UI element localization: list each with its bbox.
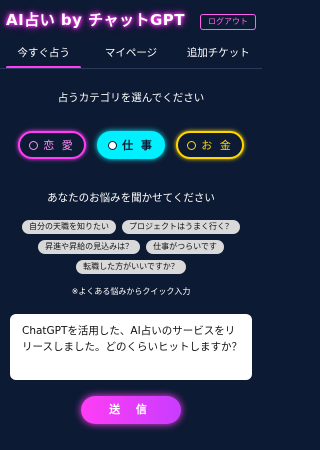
category-selector: 恋 愛 仕 事 お 金 — [18, 131, 244, 161]
tab-bar: 今すぐ占う マイページ 追加チケット — [0, 44, 262, 69]
quick-chip[interactable]: プロジェクトはうまく行く？ — [122, 220, 240, 234]
radio-icon — [187, 140, 197, 150]
radio-selected-icon — [108, 140, 118, 150]
worry-input[interactable]: ChatGPTを活用した、AI占いのサービスをリリースしました。どのくらいヒット… — [10, 314, 252, 380]
category-work-button[interactable]: 仕 事 — [97, 131, 165, 159]
category-label: 恋 愛 — [43, 139, 75, 152]
app-logo: AI占い by チャットGPT — [6, 11, 186, 29]
radio-icon — [29, 140, 39, 150]
tab-divider — [0, 68, 262, 69]
category-prompt: 占うカテゴリを選んでください — [57, 92, 205, 104]
quick-chip[interactable]: 仕事がつらいです — [146, 240, 224, 254]
category-money-button[interactable]: お 金 — [176, 131, 244, 159]
tab-add-ticket[interactable]: 追加チケット — [175, 44, 262, 68]
quick-chip[interactable]: 自分の天職を知りたい — [22, 220, 116, 234]
category-label: 仕 事 — [122, 139, 154, 152]
quick-input-note: ※よくある悩みからクイック入力 — [71, 287, 191, 296]
category-label: お 金 — [201, 139, 233, 152]
quick-input-chips: 自分の天職を知りたい プロジェクトはうまく行く？ 昇進や昇給の見込みは？ 仕事が… — [10, 220, 252, 280]
logout-button[interactable]: ログアウト — [200, 14, 256, 30]
worry-prompt: あなたのお悩みを聞かせてください — [47, 192, 215, 204]
app-header: AI占い by チャットGPT ログアウト — [0, 0, 262, 40]
tab-fortune-now[interactable]: 今すぐ占う — [0, 44, 87, 69]
category-love-button[interactable]: 恋 愛 — [18, 131, 86, 159]
quick-chip[interactable]: 昇進や昇給の見込みは？ — [38, 240, 141, 254]
quick-chip[interactable]: 転職した方がいいですか？ — [76, 260, 186, 274]
tab-my-page[interactable]: マイページ — [87, 44, 174, 68]
send-button[interactable]: 送 信 — [81, 396, 181, 424]
